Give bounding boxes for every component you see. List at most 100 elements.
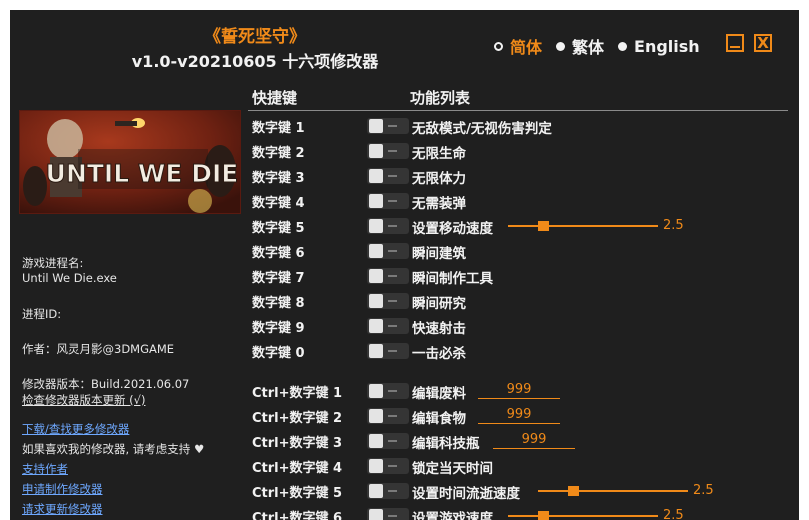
feature-label: 快速射击 [412, 321, 466, 337]
hotkey-label: Ctrl+数字键 5 [252, 486, 343, 501]
cover-logo-text: UNTIL WE DIE [46, 159, 239, 188]
lang-traditional-label: 繁体 [572, 38, 605, 57]
request-update-link[interactable]: 请求更新修改器 [22, 501, 103, 517]
download-more-link[interactable]: 下载/查找更多修改器 [22, 421, 129, 437]
support-author-link[interactable]: 支持作者 [22, 461, 68, 477]
feature-label: 无需装弹 [412, 196, 466, 212]
game-speed-slider-track[interactable] [508, 515, 658, 517]
lang-english-label: English [634, 36, 700, 56]
cheat-toggle[interactable] [367, 268, 409, 284]
cheat-toggle[interactable] [367, 168, 409, 184]
hotkey-label: 数字键 4 [252, 196, 305, 211]
cheat-row: Ctrl+数字键 2 编辑食物 999 [248, 403, 798, 428]
toggle-knob [369, 344, 383, 358]
cover-art: UNTIL WE DIE [20, 111, 240, 213]
feature-label: 瞬间制作工具 [412, 271, 493, 287]
lang-english[interactable]: English [618, 37, 700, 56]
cheat-toggle[interactable] [367, 343, 409, 359]
hotkey-label: Ctrl+数字键 6 [252, 511, 343, 520]
cheat-toggle[interactable] [367, 293, 409, 309]
lang-simplified[interactable]: 简体 [494, 34, 542, 58]
cheat-toggle[interactable] [367, 483, 409, 499]
speed-slider-value: 2.5 [663, 218, 684, 233]
cheat-row: Ctrl+数字键 1 编辑废料 999 [248, 378, 798, 403]
toggle-rail [388, 200, 397, 202]
hotkey-column-header: 快捷键 [252, 89, 298, 107]
minimize-button[interactable] [726, 34, 744, 52]
toggle-knob [369, 144, 383, 158]
trainer-window: 《誓死坚守》 v1.0-v20210605 十六项修改器 简体 繁体 Engli… [10, 10, 799, 520]
cheat-toggle[interactable] [367, 318, 409, 334]
feature-label: 瞬间建筑 [412, 246, 466, 262]
cheat-toggle[interactable] [367, 143, 409, 159]
build-version: 修改器版本：Build.2021.06.07 [22, 377, 190, 391]
toggle-knob [369, 219, 383, 233]
toggle-knob [369, 194, 383, 208]
cheat-toggle[interactable] [367, 408, 409, 424]
feature-label: 编辑废料 [412, 386, 466, 402]
cheat-toggle[interactable] [367, 383, 409, 399]
hotkey-label: 数字键 8 [252, 296, 305, 311]
toggle-knob [369, 169, 383, 183]
feature-label: 设置时间流逝速度 [412, 486, 520, 502]
toggle-rail [388, 225, 397, 227]
tech-bottle-input[interactable]: 999 [493, 431, 575, 449]
radio-selected-icon [494, 41, 503, 51]
process-name-value: Until We Die.exe [22, 271, 117, 285]
process-id-label: 进程ID: [22, 307, 62, 321]
cheat-row: 数字键 1 无敌模式/无视伤害判定 [248, 113, 798, 138]
time-speed-slider-thumb[interactable] [568, 486, 579, 496]
toggle-rail [388, 150, 397, 152]
cheat-toggle[interactable] [367, 458, 409, 474]
close-button[interactable]: X [754, 34, 772, 52]
radio-icon [618, 41, 628, 51]
food-input[interactable]: 999 [478, 406, 560, 424]
lang-traditional[interactable]: 繁体 [556, 34, 604, 58]
hotkey-label: 数字键 9 [252, 321, 305, 336]
cheat-row: 数字键 7 瞬间制作工具 [248, 263, 798, 288]
request-trainer-link[interactable]: 申请制作修改器 [22, 481, 103, 497]
toggle-rail [388, 325, 397, 327]
toggle-knob [369, 119, 383, 133]
cheat-toggle[interactable] [367, 218, 409, 234]
cheat-row: Ctrl+数字键 4 锁定当天时间 [248, 453, 798, 478]
toggle-knob [369, 319, 383, 333]
cheat-row: 数字键 9 快速射击 [248, 313, 798, 338]
toggle-knob [369, 269, 383, 283]
check-update-link[interactable]: 检查修改器版本更新 (√) [22, 392, 145, 408]
game-speed-slider-value: 2.5 [663, 508, 684, 520]
feature-label: 无限生命 [412, 146, 466, 162]
speed-slider-track[interactable] [508, 225, 658, 227]
cheat-row: 数字键 3 无限体力 [248, 163, 798, 188]
cheat-row: Ctrl+数字键 3 编辑科技瓶 999 [248, 428, 798, 453]
author-text: 作者：风灵月影@3DMGAME [22, 342, 175, 356]
toggle-rail [388, 175, 397, 177]
toggle-rail [388, 300, 397, 302]
hotkey-label: 数字键 7 [252, 271, 305, 286]
header-divider [248, 110, 788, 111]
hotkey-label: Ctrl+数字键 3 [252, 436, 343, 451]
scrap-input[interactable]: 999 [478, 381, 560, 399]
time-speed-slider-value: 2.5 [693, 483, 714, 498]
feature-label: 一击必杀 [412, 346, 466, 362]
hotkey-label: 数字键 2 [252, 146, 305, 161]
time-speed-slider-track[interactable] [538, 490, 688, 492]
speed-slider-thumb[interactable] [538, 221, 549, 231]
toggle-knob [369, 509, 383, 520]
toggle-knob [369, 384, 383, 398]
cheat-row: 数字键 0 一击必杀 [248, 338, 798, 363]
hotkey-label: Ctrl+数字键 4 [252, 461, 343, 476]
cheat-toggle[interactable] [367, 118, 409, 134]
game-speed-slider-thumb[interactable] [538, 511, 549, 520]
cheat-row: Ctrl+数字键 5 设置时间流逝速度 2.5 [248, 478, 798, 503]
feature-label: 编辑食物 [412, 411, 466, 427]
feature-column-header: 功能列表 [410, 89, 471, 107]
feature-label: 无敌模式/无视伤害判定 [412, 121, 552, 137]
support-text: 如果喜欢我的修改器, 请考虑支持 ♥ [22, 441, 204, 457]
cheat-toggle[interactable] [367, 193, 409, 209]
hotkey-label: 数字键 5 [252, 221, 305, 236]
cheat-toggle[interactable] [367, 433, 409, 449]
cheat-toggle[interactable] [367, 508, 409, 520]
cheat-toggle[interactable] [367, 243, 409, 259]
lang-simplified-label: 简体 [510, 38, 543, 57]
